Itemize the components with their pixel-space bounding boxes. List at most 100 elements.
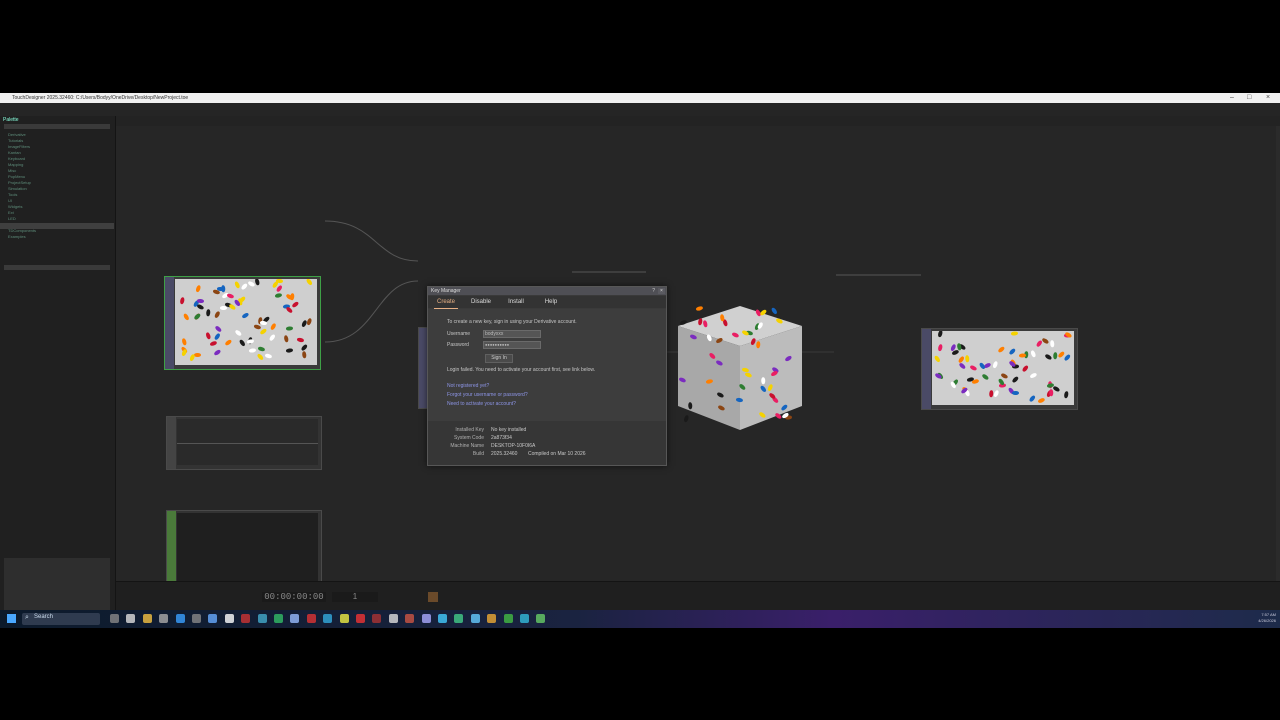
taskbar-app-icon[interactable] bbox=[405, 614, 415, 623]
bean bbox=[285, 305, 293, 314]
bean bbox=[756, 341, 761, 349]
build-label: Build bbox=[472, 451, 484, 457]
close-button[interactable]: × bbox=[658, 288, 665, 294]
palette-item[interactable]: UI bbox=[8, 198, 12, 203]
system-tray: 7:57 AM 4/26/2026 bbox=[1258, 612, 1276, 624]
bean bbox=[226, 292, 235, 299]
play-button[interactable] bbox=[428, 592, 438, 602]
tab-help[interactable]: Help bbox=[540, 296, 562, 308]
maximize-icon[interactable]: □ bbox=[1247, 93, 1251, 103]
palette-item[interactable]: ImageFilters bbox=[8, 144, 30, 149]
taskbar-app-icon[interactable] bbox=[356, 614, 365, 623]
pane-bar bbox=[115, 116, 1280, 126]
node-moviefilein[interactable] bbox=[164, 276, 321, 370]
bean bbox=[696, 305, 704, 312]
start-icon[interactable] bbox=[7, 614, 16, 623]
username-field[interactable]: bodyxxx bbox=[483, 330, 541, 338]
key-manager-dialog: Key Manager ? × Create Disable Install H… bbox=[427, 286, 667, 466]
bean bbox=[189, 353, 196, 362]
bean bbox=[716, 391, 725, 398]
bean bbox=[253, 324, 262, 330]
palette-item[interactable]: LED bbox=[8, 216, 16, 221]
taskbar-app-icon[interactable] bbox=[126, 614, 136, 623]
taskbar-app-icon[interactable] bbox=[520, 614, 529, 623]
intro-text: To create a new key, sign in using your … bbox=[447, 319, 577, 325]
taskbar-app-icon[interactable] bbox=[290, 614, 300, 623]
palette-item[interactable]: PopMenu bbox=[8, 174, 25, 179]
not-registered-link[interactable]: Not registered yet? bbox=[447, 383, 489, 389]
taskbar-app-icon[interactable] bbox=[487, 614, 497, 623]
bean bbox=[234, 280, 241, 289]
taskbar-app-icon[interactable] bbox=[388, 614, 398, 623]
bean bbox=[182, 337, 188, 346]
palette-selected-row bbox=[0, 223, 114, 229]
taskbar-app-icon[interactable] bbox=[274, 614, 283, 623]
taskbar-app-icon[interactable] bbox=[224, 614, 234, 623]
close-icon[interactable]: × bbox=[1266, 93, 1270, 103]
palette-item[interactable]: Misc bbox=[8, 168, 16, 173]
taskbar-app-icon[interactable] bbox=[339, 614, 349, 623]
taskbar-app-icon[interactable] bbox=[208, 614, 218, 623]
palette-item[interactable]: Tutorials bbox=[8, 138, 23, 143]
tab-create[interactable]: Create bbox=[434, 296, 458, 309]
taskbar-search[interactable]: ⌕ Search bbox=[22, 613, 100, 625]
bean bbox=[197, 298, 205, 303]
palette-item[interactable]: Kantan bbox=[8, 150, 21, 155]
tab-install[interactable]: Install bbox=[504, 296, 528, 308]
palette-item[interactable]: Derivative bbox=[8, 132, 26, 137]
taskbar-app-icon[interactable] bbox=[192, 614, 201, 623]
taskbar-app-icon[interactable] bbox=[421, 614, 431, 623]
taskbar-app-icon[interactable] bbox=[257, 614, 267, 623]
network-editor[interactable] bbox=[116, 126, 1276, 616]
bean bbox=[684, 415, 690, 423]
taskbar-app-icon[interactable] bbox=[454, 614, 464, 623]
palette-item[interactable]: Simulation bbox=[8, 186, 27, 191]
bean bbox=[742, 367, 750, 373]
palette-item[interactable]: Examples bbox=[8, 234, 26, 239]
palette-item[interactable]: ProjectSetup bbox=[8, 180, 31, 185]
palette-item[interactable]: Widgets bbox=[8, 204, 22, 209]
taskbar-app-icon[interactable] bbox=[323, 614, 333, 623]
taskbar-app-icon[interactable] bbox=[159, 614, 169, 623]
palette-item[interactable]: Keyboard bbox=[8, 156, 25, 161]
node-render-cube[interactable] bbox=[678, 305, 802, 430]
palette-search-input[interactable] bbox=[4, 124, 110, 129]
taskbar-app-icon[interactable] bbox=[175, 614, 185, 623]
bean bbox=[213, 333, 221, 341]
bean bbox=[193, 313, 202, 321]
bean bbox=[744, 372, 753, 379]
node-chop[interactable] bbox=[166, 416, 322, 470]
palette-filter-bar[interactable] bbox=[4, 265, 110, 270]
minimize-icon[interactable]: – bbox=[1230, 93, 1234, 103]
help-icon[interactable]: ? bbox=[652, 287, 655, 295]
palette-item[interactable]: Tools bbox=[8, 192, 17, 197]
bean bbox=[180, 296, 185, 305]
taskbar-app-icon[interactable] bbox=[372, 614, 382, 623]
activate-account-link[interactable]: Need to activate your account? bbox=[447, 401, 516, 407]
taskbar-app-icon[interactable] bbox=[470, 614, 480, 623]
palette-item[interactable]: Ext bbox=[8, 210, 14, 215]
taskbar-app-icon[interactable] bbox=[110, 614, 119, 623]
forgot-password-link[interactable]: Forgot your username or password? bbox=[447, 392, 528, 398]
bean bbox=[264, 352, 273, 359]
node-out[interactable] bbox=[921, 328, 1078, 410]
taskbar-app-icon[interactable] bbox=[438, 614, 447, 623]
palette-item[interactable]: Mapping bbox=[8, 162, 23, 167]
bean bbox=[285, 348, 293, 354]
sign-in-button[interactable]: Sign In bbox=[485, 354, 513, 363]
bean bbox=[1050, 340, 1055, 348]
bean bbox=[196, 303, 205, 310]
taskbar-app-icon[interactable] bbox=[306, 614, 316, 623]
taskbar-app-icon[interactable] bbox=[241, 614, 251, 623]
taskbar-app-icon[interactable] bbox=[142, 614, 152, 623]
taskbar-app-icon[interactable] bbox=[536, 614, 546, 623]
frame-field[interactable]: 1 bbox=[332, 592, 378, 602]
bean bbox=[210, 340, 218, 347]
bean bbox=[1041, 337, 1050, 344]
system-code-label: System Code bbox=[453, 435, 484, 441]
password-field[interactable]: ●●●●●●●●●● bbox=[483, 341, 541, 349]
error-text: Login failed. You need to activate your … bbox=[447, 367, 596, 373]
taskbar-app-icon[interactable] bbox=[503, 614, 513, 623]
tab-disable[interactable]: Disable bbox=[468, 296, 494, 308]
bean bbox=[1012, 391, 1020, 395]
